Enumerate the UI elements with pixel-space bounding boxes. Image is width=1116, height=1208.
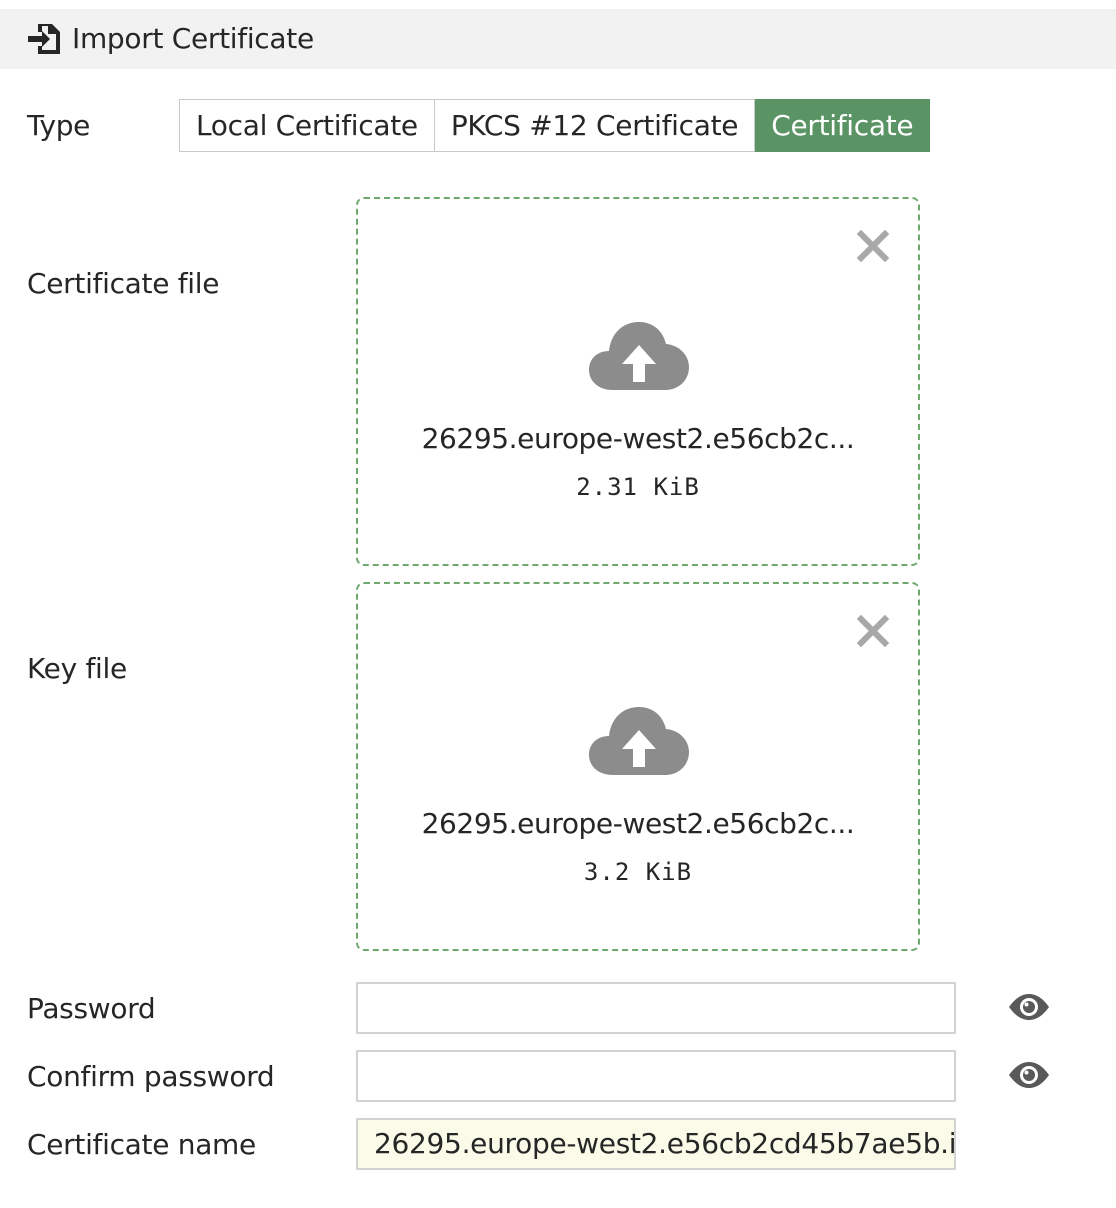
key-file-dropzone[interactable]: 26295.europe-west2.e56cb2c... 3.2 KiB (356, 582, 920, 951)
type-option-certificate[interactable]: Certificate (755, 99, 931, 152)
type-label: Type (27, 109, 91, 142)
dialog-title: Import Certificate (72, 22, 314, 55)
confirm-password-label: Confirm password (27, 1060, 275, 1093)
password-input[interactable] (356, 982, 956, 1034)
file-import-icon (28, 24, 60, 54)
eye-icon[interactable] (1007, 1061, 1051, 1089)
certificate-name-label: Certificate name (27, 1128, 256, 1161)
certificate-name-input[interactable]: 26295.europe-west2.e56cb2cd45b7ae5b.in (356, 1118, 956, 1170)
key-file-label: Key file (27, 652, 127, 685)
type-option-pkcs12-certificate[interactable]: PKCS #12 Certificate (434, 99, 756, 152)
dialog-header: Import Certificate (0, 9, 1116, 69)
certificate-file-label: Certificate file (27, 267, 220, 300)
certificate-file-dropzone[interactable]: 26295.europe-west2.e56cb2c... 2.31 KiB (356, 197, 920, 566)
cloud-upload-icon (589, 322, 689, 390)
type-option-local-certificate[interactable]: Local Certificate (179, 99, 435, 152)
certificate-file-name: 26295.europe-west2.e56cb2c... (421, 422, 855, 455)
confirm-password-input[interactable] (356, 1050, 956, 1102)
close-icon[interactable] (856, 229, 890, 263)
cloud-upload-icon (589, 707, 689, 775)
certificate-file-size: 2.31 KiB (576, 473, 700, 501)
eye-icon[interactable] (1007, 993, 1051, 1021)
close-icon[interactable] (856, 614, 890, 648)
password-label: Password (27, 992, 156, 1025)
type-selector: Local Certificate PKCS #12 Certificate C… (179, 99, 931, 152)
key-file-name: 26295.europe-west2.e56cb2c... (421, 807, 855, 840)
key-file-size: 3.2 KiB (583, 858, 693, 886)
